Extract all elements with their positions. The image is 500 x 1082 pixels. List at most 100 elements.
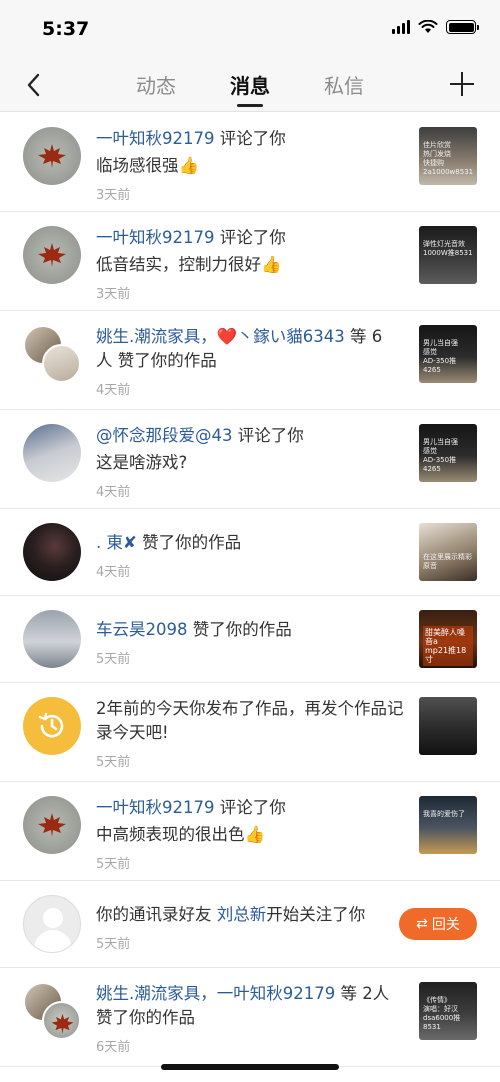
comment-text: 中高频表现的很出色 [96,825,245,844]
signal-icon [392,20,410,34]
tab-bar: 动态 消息 私信 [0,70,500,107]
maple-leaf-icon [38,243,66,267]
avatar[interactable] [42,1001,81,1040]
post-thumbnail[interactable]: 我喜的爱伤了 [419,796,477,854]
user-name[interactable]: 车云昊2098 [96,620,188,639]
post-thumbnail[interactable]: 甜美醉人嗓音a mp21推18寸 [419,610,477,668]
maple-leaf-icon [38,144,66,168]
battery-icon [446,20,479,34]
notification-text: 一叶知秋92179 评论了你 中高频表现的很出色👍 5天前 [96,796,404,872]
avatar[interactable] [23,424,81,482]
thumbs-up-icon: 👍 [178,156,200,175]
notification-list: 一叶知秋92179 评论了你 临场感很强👍 3天前 佳片欣赏 热门发烧 快捷购 … [0,113,500,1067]
maple-leaf-icon [51,1013,74,1034]
list-item[interactable]: 一叶知秋92179 评论了你 临场感很强👍 3天前 佳片欣赏 热门发烧 快捷购 … [0,113,500,212]
notification-text: 姚生.潮流家具，一叶知秋92179 等 2人 赞了你的作品 6天前 [96,982,404,1055]
action-text: 评论了你 [214,798,286,817]
nav-bar: 动态 消息 私信 [0,58,500,112]
action-text: 等 2人 [335,984,390,1003]
avatar-group[interactable] [23,325,81,383]
post-thumbnail[interactable]: 弹性灯光音效 1000W推8531 [419,226,477,284]
action-text: 评论了你 [214,228,286,247]
comment-text: 临场感很强 [96,156,179,175]
comment-text: 这是啥游戏? [96,453,188,472]
prefix-text: 你的通讯录好友 [96,905,217,924]
notification-text: . 東✘ 赞了你的作品 4天前 [96,531,404,580]
post-thumbnail[interactable]: 在这里展示精彩原音 [419,523,477,581]
status-time: 5:37 [42,18,90,40]
home-indicator[interactable] [161,1064,339,1070]
list-item[interactable]: 姚生.潮流家具，一叶知秋92179 等 2人 赞了你的作品 6天前 《传情》 演… [0,968,500,1067]
list-item[interactable]: 2年前的今天你发布了作品，再发个作品记录今天吧! 5天前 [0,683,500,782]
avatar[interactable] [23,127,81,185]
list-item[interactable]: . 東✘ 赞了你的作品 4天前 在这里展示精彩原音 [0,509,500,596]
action-text: 开始关注了你 [266,905,366,924]
user-name[interactable]: 一叶知秋92179 [217,984,336,1003]
heart-icon: ❤️ [216,327,238,346]
notification-text: 你的通讯录好友 刘总新开始关注了你 5天前 [96,903,404,952]
user-name[interactable]: . 東 [96,533,123,552]
notification-text: 2年前的今天你发布了作品，再发个作品记录今天吧! 5天前 [96,697,404,770]
avatar[interactable] [42,344,81,383]
notification-text: 姚生.潮流家具，❤️丶鎵い貓6343 等 6 人 赞了你的作品 4天前 [96,325,404,398]
list-item[interactable]: 车云昊2098 赞了你的作品 5天前 甜美醉人嗓音a mp21推18寸 [0,596,500,683]
memory-text: 2年前的今天你发布了作品，再发个作品记录今天吧! [96,699,404,742]
tab-private-messages[interactable]: 私信 [324,70,364,107]
avatar[interactable] [23,610,81,668]
list-item[interactable]: 一叶知秋92179 评论了你 低音结实，控制力很好👍 3天前 弹性灯光音效 10… [0,212,500,311]
comment-text: 低音结实，控制力很好 [96,255,261,274]
tab-dynamics[interactable]: 动态 [136,70,176,107]
timestamp: 3天前 [96,188,131,203]
list-item[interactable]: @怀念那段爱@43 评论了你 这是啥游戏? 4天前 男儿当自强 感觉 AD-35… [0,410,500,509]
tab-messages[interactable]: 消息 [230,70,270,107]
action-text: 评论了你 [214,129,286,148]
add-icon[interactable] [450,72,474,96]
action-text: 评论了你 [232,426,304,445]
action-text: 赞了你的作品 [187,620,292,639]
post-thumbnail[interactable] [419,697,477,755]
history-clock-icon [38,712,64,738]
avatar[interactable] [23,796,81,854]
status-bar: 5:37 [0,0,500,58]
timestamp: 4天前 [96,485,131,500]
timestamp: 4天前 [96,565,131,580]
user-name[interactable]: 一叶知秋92179 [96,129,215,148]
list-item[interactable]: 一叶知秋92179 评论了你 中高频表现的很出色👍 5天前 我喜的爱伤了 [0,782,500,881]
swap-icon: ⇄ [416,916,428,932]
status-icons [392,20,479,34]
memory-avatar[interactable] [23,697,81,755]
user-name[interactable]: 一叶知秋92179 [96,228,215,247]
follow-back-label: 回关 [431,917,460,933]
user-name[interactable]: 丶鎵い貓6343 [237,327,345,346]
post-thumbnail[interactable]: 《传情》 演唱：好汉 dsa6000推8531 [419,982,477,1040]
action-text: 人 赞了你的作品 [96,351,217,370]
user-name[interactable]: 刘总新 [217,905,267,924]
user-name[interactable]: @怀念那段爱@43 [96,426,233,445]
verified-mark-icon: ✘ [123,533,137,552]
list-item[interactable]: 姚生.潮流家具，❤️丶鎵い貓6343 等 6 人 赞了你的作品 4天前 男儿当自… [0,311,500,410]
action-text: 赞了你的作品 [136,533,242,552]
follow-back-button[interactable]: ⇄ 回关 [399,908,477,940]
avatar[interactable] [23,226,81,284]
list-item[interactable]: 你的通讯录好友 刘总新开始关注了你 5天前 ⇄ 回关 [0,881,500,968]
avatar[interactable] [23,895,81,953]
timestamp: 5天前 [96,652,131,667]
user-name[interactable]: 姚生.潮流家具， [96,984,217,1003]
notification-text: 一叶知秋92179 评论了你 临场感很强👍 3天前 [96,127,404,203]
timestamp: 5天前 [96,755,131,770]
post-thumbnail[interactable]: 男儿当自强 感觉 AD-350推4265 [419,424,477,482]
avatar-group[interactable] [23,982,81,1040]
maple-leaf-icon [38,813,66,837]
post-thumbnail[interactable]: 佳片欣赏 热门发烧 快捷购 2a1000w8531 [419,127,477,185]
notification-text: @怀念那段爱@43 评论了你 这是啥游戏? 4天前 [96,424,404,500]
post-thumbnail[interactable]: 男儿当自强 感觉 AD-350推4265 [419,325,477,383]
user-name[interactable]: 一叶知秋92179 [96,798,215,817]
thumbs-up-icon: 👍 [261,255,282,274]
avatar[interactable] [23,523,81,581]
notification-text: 车云昊2098 赞了你的作品 5天前 [96,618,404,667]
wifi-icon [418,20,438,33]
action-text: 赞了你的作品 [96,1008,195,1027]
timestamp: 4天前 [96,383,131,398]
user-name[interactable]: 姚生.潮流家具， [96,327,217,346]
timestamp: 3天前 [96,287,131,302]
